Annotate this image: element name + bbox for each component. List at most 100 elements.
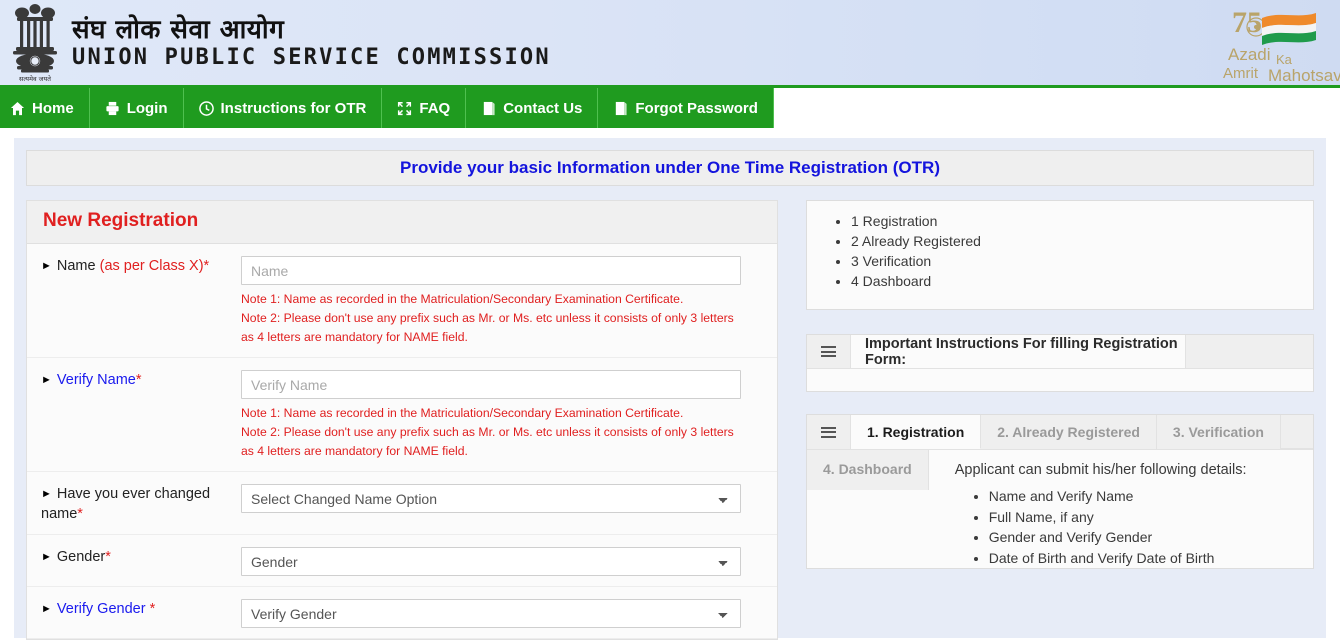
control-cell-name: Note 1: Name as recorded in the Matricul… [241,256,777,347]
new-registration-panel: New Registration ► Name (as per Class X)*… [26,200,778,640]
nav-item-forgot-password[interactable]: Forgot Password [598,88,774,128]
step-item: 3 Verification [851,251,1313,271]
tab-content-bullets: Name and Verify Name Full Name, if any G… [955,486,1313,568]
tab-bullet-item: Full Name, if any [989,507,1313,528]
caret-icon: ► [41,488,52,500]
book-icon [481,101,496,116]
site-title-hindi: संघ लोक सेवा आयोग [72,14,285,45]
label-verify-name-required: * [135,372,142,388]
hamburger-icon[interactable] [807,335,851,368]
important-instructions-header: Important Instructions For filling Regis… [807,335,1313,369]
home-icon [10,101,25,116]
logo-line-azadi: Azadi [1228,45,1271,64]
tab-bullet-item: Name and Verify Name [989,486,1313,507]
logo-line-mahotsav: Mahotsav [1268,66,1340,85]
tab-bullet-item: Gender and Verify Gender [989,527,1313,548]
form-row-verify-name: ► Verify Name* Note 1: Name as recorded i… [27,358,777,472]
site-title-english: UNION PUBLIC SERVICE COMMISSION [72,44,551,70]
otr-banner-title: Provide your basic Information under One… [400,158,940,177]
nav-item-instructions-for-otr[interactable]: Instructions for OTR [184,88,383,128]
label-changed-name-required: * [77,506,83,522]
label-name-main: Name [56,258,100,274]
new-registration-title: New Registration [43,210,199,231]
label-verify-gender-main: Verify Gender [56,601,150,617]
logo-line-amrit: Amrit [1223,65,1259,82]
caret-icon: ► [41,603,52,615]
caret-icon: ► [41,260,52,272]
step-item: 1 Registration [851,211,1313,231]
nav-item-home[interactable]: Home [0,88,90,128]
control-cell-verify-gender: Verify Gender [241,599,777,628]
tab-spacer [1280,415,1313,449]
label-verify-gender: ► Verify Gender * [27,599,241,619]
book-icon [613,101,628,116]
step-item: 4 Dashboard [851,271,1313,291]
step-item: 2 Already Registered [851,231,1313,251]
nav-label-login: Login [126,99,168,117]
nav-item-faq[interactable]: FAQ [382,88,467,128]
nav-item-contact-us[interactable]: Contact Us [466,88,599,128]
label-changed-name-line-1: Have you ever changed [56,486,211,502]
verify-name-note-1: Note 1: Name as recorded in the Matricul… [241,406,684,420]
nav-label-faq: FAQ [419,99,451,117]
hamburger-icon[interactable] [807,415,851,449]
azadi-ka-amrit-mahotsav-logo: 75 Azadi Ka Amrit Mahotsav [1223,6,1340,85]
main-columns: New Registration ► Name (as per Class X)*… [26,200,1314,640]
changed-name-select[interactable]: Select Changed Name Option [241,484,741,513]
important-instructions-panel: Important Instructions For filling Regis… [806,334,1314,392]
login-icon [105,101,120,116]
label-changed-name-line-2: name [41,506,78,522]
site-header: सत्यमेव जयते संघ लोक सेवा आयोग UNION PUB… [0,0,1340,88]
tab-dashboard[interactable]: 4. Dashboard [807,450,929,490]
registration-tabs-strip: 1. Registration 2. Already Registered 3.… [807,415,1313,450]
name-note-2-line-1: Note 2: Please don't use any prefix such… [241,311,734,325]
logo-numeral: 75 [1232,6,1262,39]
important-instructions-title[interactable]: Important Instructions For filling Regis… [851,335,1185,368]
control-cell-verify-name: Note 1: Name as recorded in the Matricul… [241,370,777,461]
name-note-1: Note 1: Name as recorded in the Matricul… [241,292,684,306]
label-verify-gender-required: * [149,601,156,617]
name-note-2-line-2: as 4 letters are mandatory for NAME fiel… [241,330,468,344]
caret-icon: ► [41,551,52,563]
tab-already-registered[interactable]: 2. Already Registered [981,415,1157,449]
new-registration-header: New Registration [27,201,777,244]
label-gender-main: Gender [56,549,106,565]
control-cell-gender: Gender [241,547,777,576]
label-gender-required: * [105,549,111,565]
ashoka-emblem-icon: सत्यमेव जयते [13,3,57,83]
verify-name-input[interactable] [241,370,741,399]
label-gender: ► Gender* [27,547,241,567]
nav-filler [773,88,1340,128]
form-row-gender: ► Gender* Gender [27,535,777,587]
content-shell: Provide your basic Information under One… [14,138,1326,640]
page-wrap: Provide your basic Information under One… [0,128,1340,641]
nav-label-contact-us: Contact Us [503,99,583,117]
steps-list: 1 Registration 2 Already Registered 3 Ve… [807,211,1313,291]
main-navigation: Home Login Instructions for OTR FAQ Cont… [0,88,1340,128]
verify-name-note-2-line-1: Note 2: Please don't use any prefix such… [241,425,734,439]
verify-gender-select[interactable]: Verify Gender [241,599,741,628]
right-column: 1 Registration 2 Already Registered 3 Ve… [806,200,1314,569]
name-input[interactable] [241,256,741,285]
instructions-tab-filler [1185,335,1313,368]
label-name-highlight: (as per Class X)* [99,258,210,274]
form-row-name: ► Name (as per Class X)* Note 1: Name as … [27,244,777,358]
gender-select[interactable]: Gender [241,547,741,576]
tab-verification[interactable]: 3. Verification [1156,415,1281,449]
nav-label-home: Home [32,99,74,117]
label-verify-name-main: Verify Name [56,372,136,388]
tab-registration[interactable]: 1. Registration [851,415,982,449]
verify-name-notes: Note 1: Name as recorded in the Matricul… [241,404,777,461]
label-name: ► Name (as per Class X)* [27,256,241,276]
tab-bullet-item: Date of Birth and Verify Date of Birth [989,548,1313,569]
expand-icon [397,101,412,116]
tab-second-row: 4. Dashboard Applicant can submit his/he… [807,450,1313,568]
caret-icon: ► [41,374,52,386]
tab-content-registration: Applicant can submit his/her following d… [928,450,1313,568]
nav-item-login[interactable]: Login [90,88,184,128]
otr-banner: Provide your basic Information under One… [26,150,1314,186]
logo-line-ka: Ka [1276,52,1293,67]
verify-name-note-2-line-2: as 4 letters are mandatory for NAME fiel… [241,444,468,458]
hamburger-glyph [821,424,836,440]
emblem-motto: सत्यमेव जयते [19,75,51,83]
